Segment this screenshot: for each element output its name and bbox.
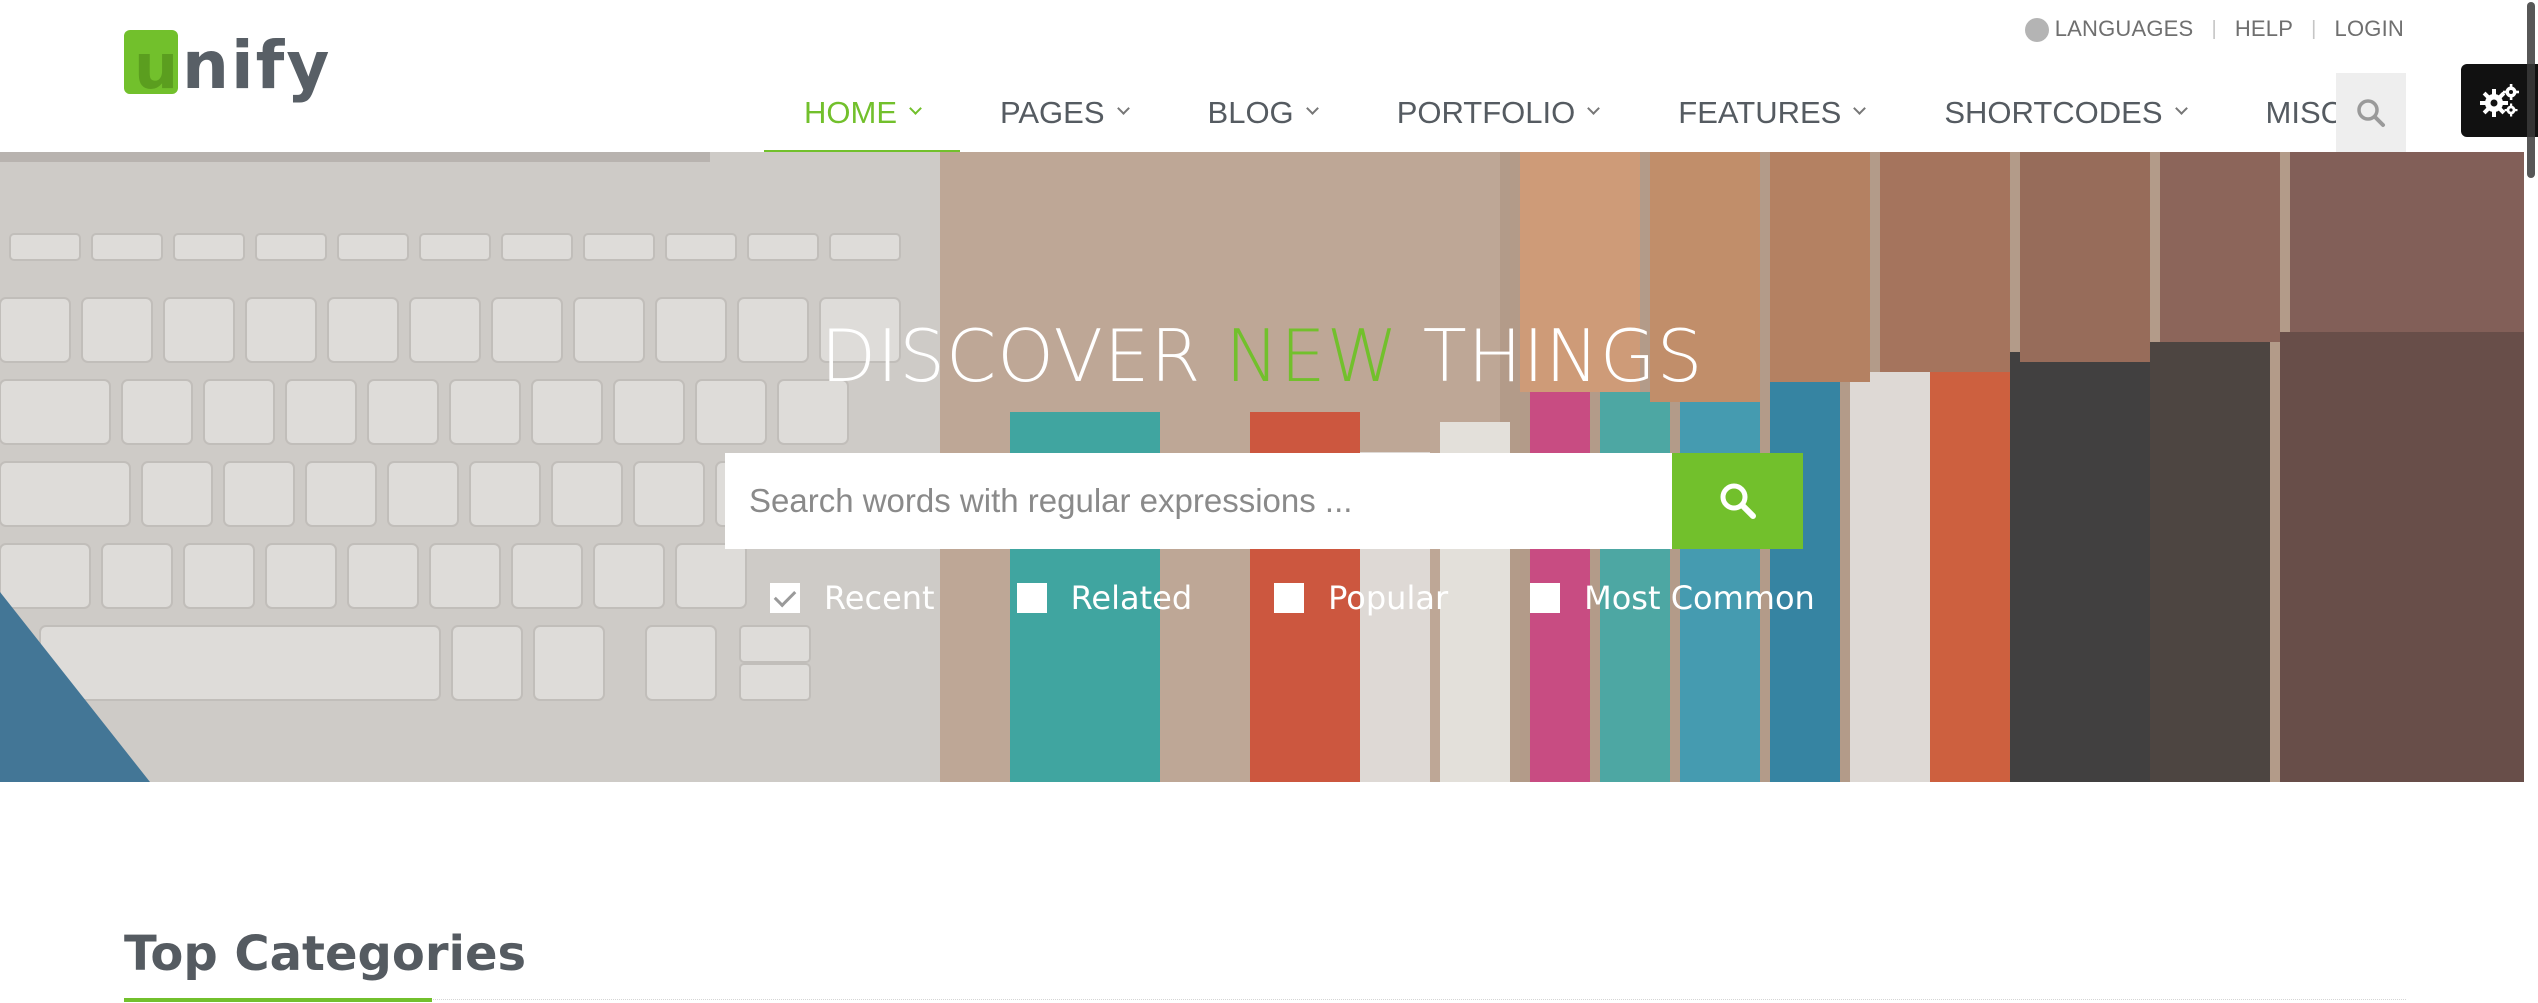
hero-search-form [725,453,1803,549]
search-icon [1720,483,1756,519]
search-icon [2357,98,2385,127]
hero-title-part1: DISCOVER [820,314,1226,398]
nav-item-pages[interactable]: PAGES [960,74,1168,152]
nav-item-label: PORTFOLIO [1396,95,1576,130]
filter-related[interactable]: Related [1016,579,1193,617]
top-utility-bar: LANGUAGES | HELP | LOGIN [2024,12,2404,46]
hero-title-part2: THINGS [1398,314,1704,398]
separator: | [2311,17,2317,40]
hero-search-submit-button[interactable] [1672,453,1803,549]
section-title-underline [124,998,432,1002]
section-title: Top Categories [124,926,527,982]
help-link[interactable]: HELP [2235,16,2293,42]
chevron-down-icon [909,101,922,115]
hero-banner: DISCOVER NEW THINGS Recent Related Popul… [0,152,2524,782]
filter-label: Most Common [1584,579,1815,617]
checkbox[interactable] [1530,583,1561,613]
hero-title-accent: NEW [1225,314,1399,398]
nav-item-label: FEATURES [1678,95,1842,130]
unify-logo[interactable]: u nify [124,28,334,112]
filter-popular[interactable]: Popular [1274,579,1448,617]
chevron-down-icon [2174,101,2188,115]
nav-item-label: MISC [2265,95,2344,130]
scrollbar-thumb[interactable] [2527,2,2535,178]
divider [124,999,2406,1000]
search-filter-options: Recent Related Popular Most Common [770,578,1815,618]
filter-label: Recent [824,579,935,617]
hero-title: DISCOVER NEW THINGS [0,314,2524,398]
separator: | [2211,17,2217,40]
hero-search-input[interactable] [725,453,1672,549]
checkbox-checked[interactable] [770,583,800,613]
filter-label: Related [1070,579,1193,617]
main-nav: HOME PAGES BLOG PORTFOLIO FEATURES SHORT… [764,74,2406,153]
nav-item-portfolio[interactable]: PORTFOLIO [1357,74,1639,152]
nav-item-label: PAGES [1000,95,1105,130]
languages-label: LANGUAGES [2054,16,2194,41]
filter-most-common[interactable]: Most Common [1530,579,1815,617]
login-link[interactable]: LOGIN [2335,16,2404,42]
nav-item-label: BLOG [1207,95,1294,130]
page-scrollbar[interactable] [2524,0,2538,1003]
filter-recent[interactable]: Recent [770,579,935,617]
chevron-down-icon [1116,101,1130,115]
languages-link[interactable]: LANGUAGES [2024,16,2194,42]
checkbox[interactable] [1016,583,1047,613]
nav-item-label: HOME [804,95,897,130]
nav-item-home[interactable]: HOME [764,74,960,153]
chevron-down-icon [1587,101,1601,115]
chevron-down-icon [1305,101,1319,115]
nav-item-label: SHORTCODES [1944,95,2163,130]
header-search-button[interactable] [2336,73,2406,152]
nav-item-shortcodes[interactable]: SHORTCODES [1904,74,2225,152]
logo-letter: u [134,30,178,103]
site-header: u nify LANGUAGES | HELP | LOGIN HOME PAG… [0,0,2538,153]
globe-icon [2024,18,2049,42]
chevron-down-icon [1853,101,1867,115]
gears-icon [2479,83,2519,117]
nav-item-blog[interactable]: BLOG [1168,74,1357,152]
filter-label: Popular [1328,579,1449,617]
checkbox[interactable] [1274,583,1305,613]
nav-item-features[interactable]: FEATURES [1638,74,1904,152]
logo-text: nify [182,28,331,104]
